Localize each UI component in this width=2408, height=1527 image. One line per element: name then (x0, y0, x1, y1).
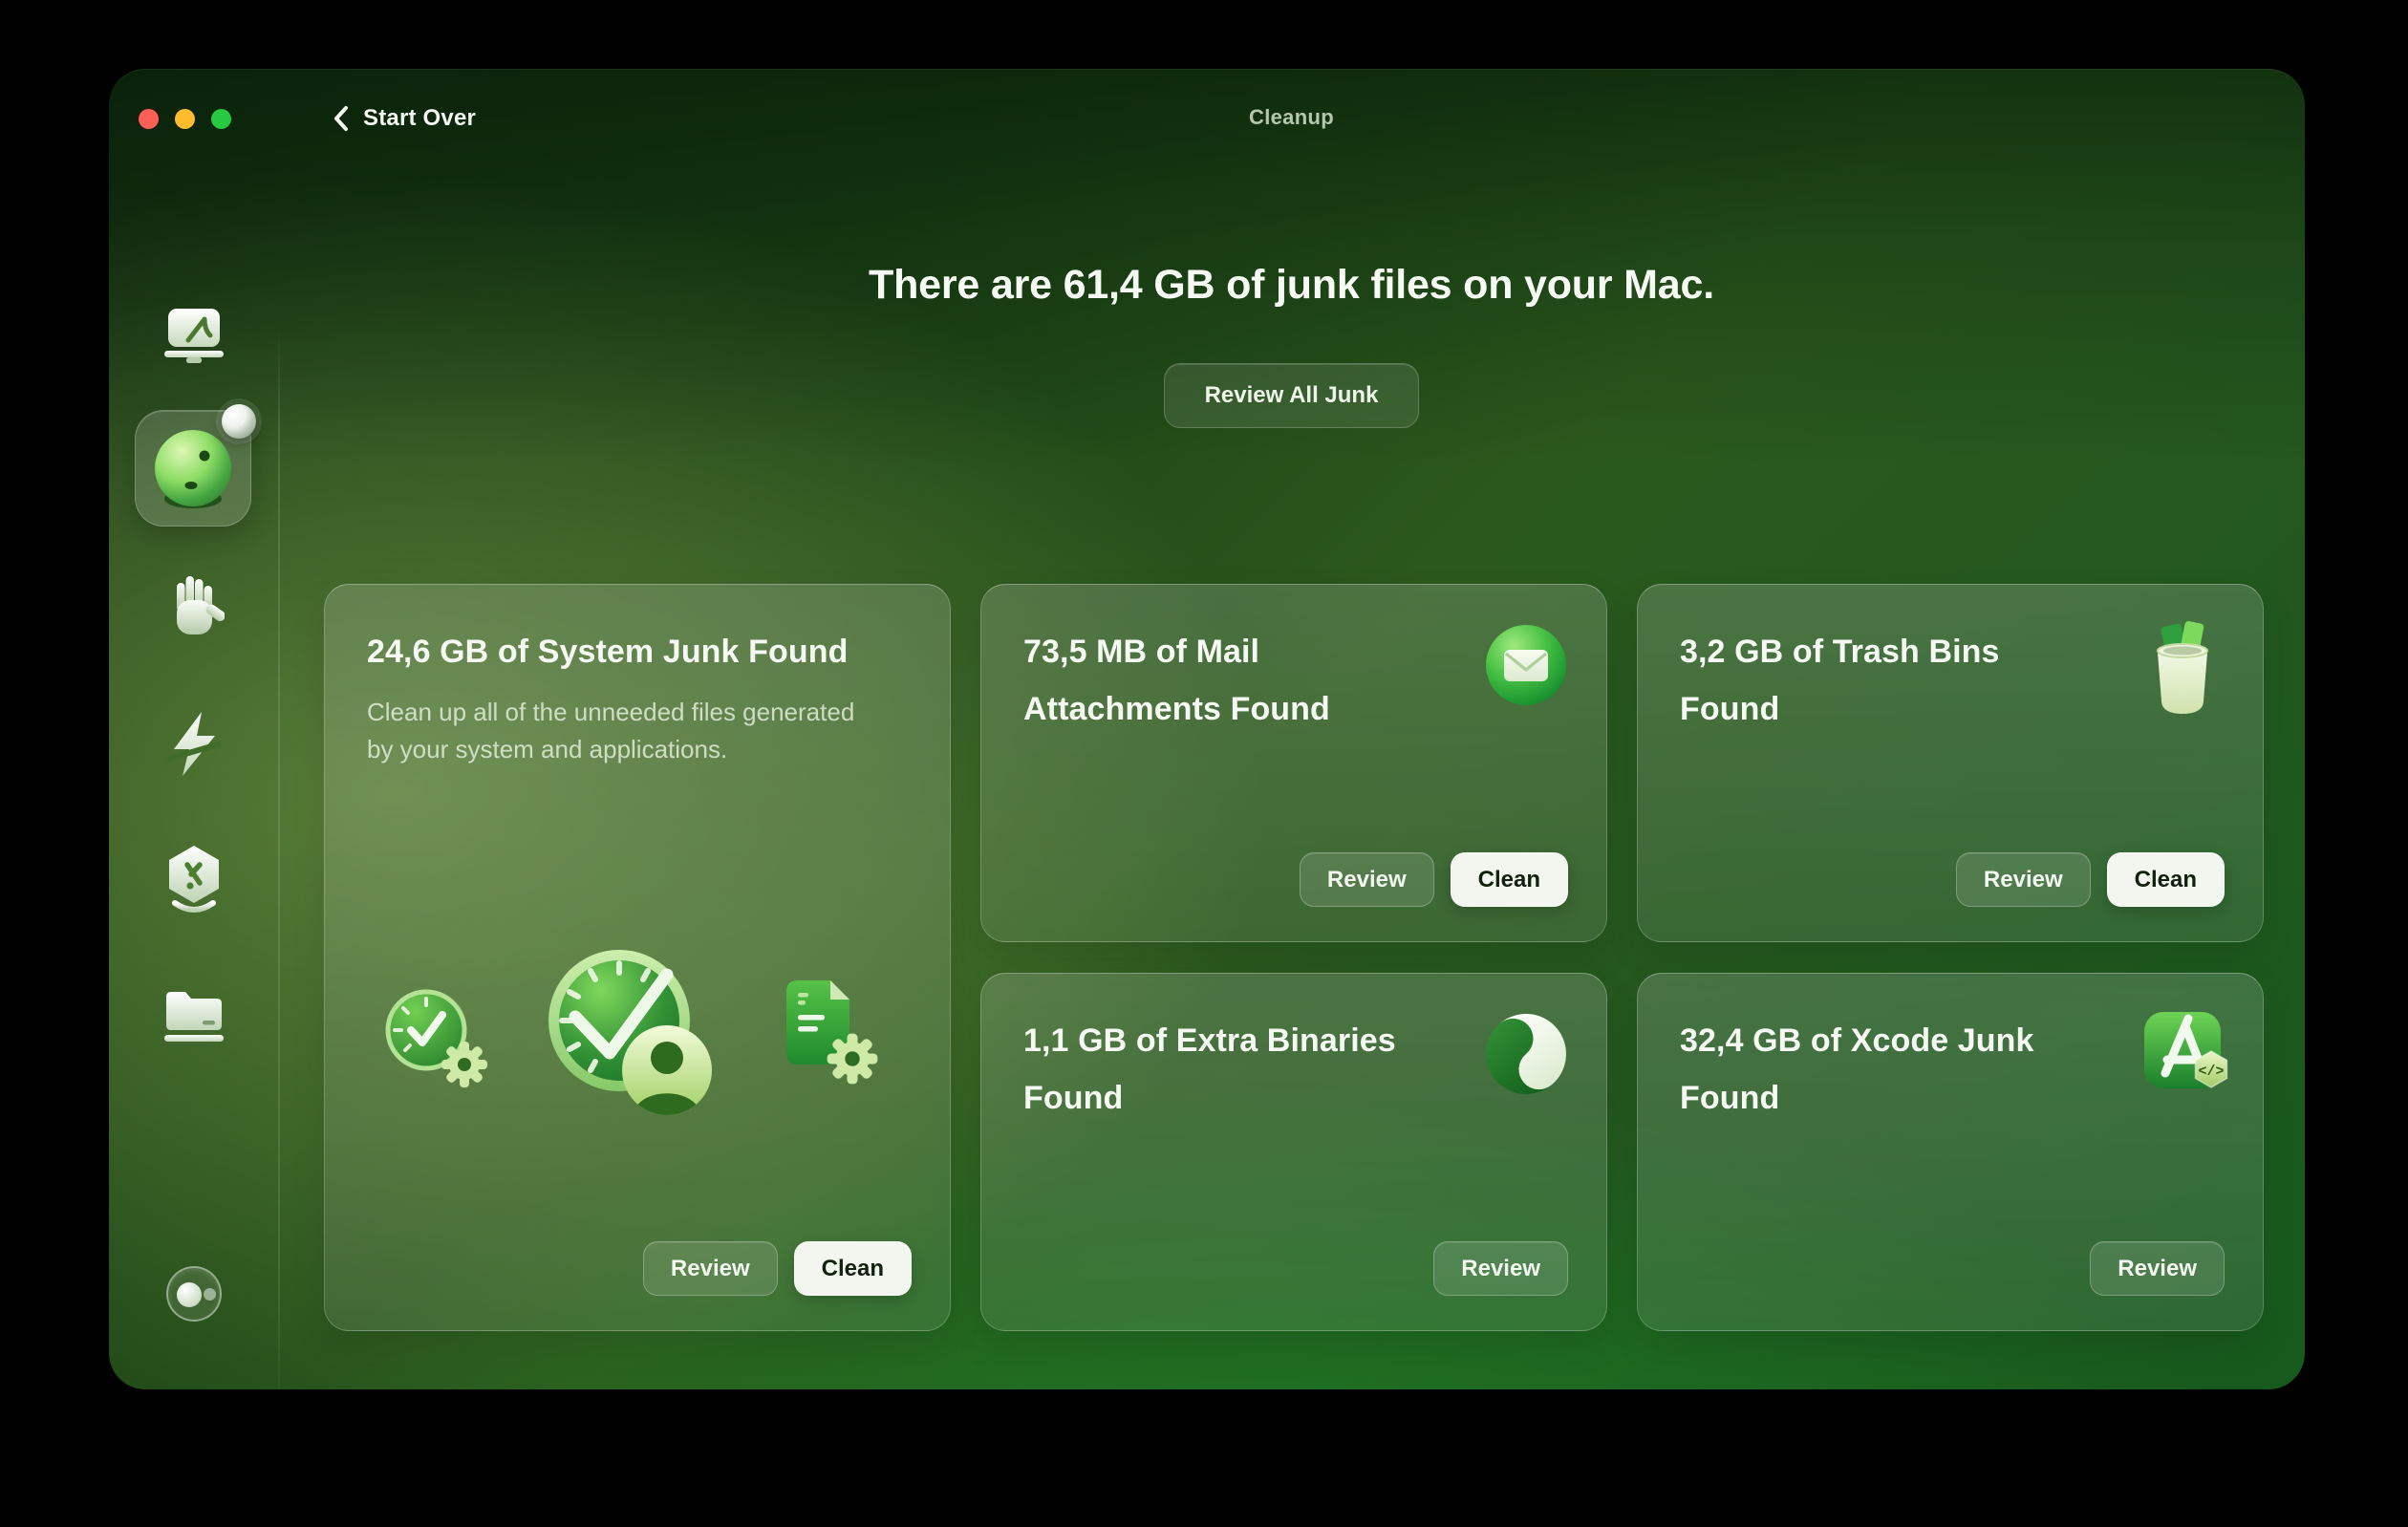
lightning-icon (166, 712, 221, 776)
folder-icon (163, 992, 224, 1042)
minimize-window-button[interactable] (175, 109, 195, 129)
clean-button[interactable]: Clean (1450, 852, 1568, 907)
sidebar-item-protection[interactable] (109, 573, 278, 642)
review-all-junk-button[interactable]: Review All Junk (1163, 363, 1420, 428)
review-button[interactable]: Review (2090, 1241, 2225, 1296)
mail-envelope-icon (1486, 625, 1566, 705)
assistant-button[interactable] (166, 1266, 222, 1322)
card-trash-bins: 3,2 GB of Trash Bins Found Review Clean (1637, 584, 2264, 942)
card-title: 1,1 GB of Extra Binaries Found (1023, 1022, 1396, 1116)
stop-hand-icon (176, 576, 225, 634)
review-button[interactable]: Review (1299, 852, 1434, 907)
review-button[interactable]: Review (1955, 852, 2091, 907)
card-description: Clean up all of the unneeded files gener… (367, 698, 855, 764)
card-title: 32,4 GB of Xcode Junk Found (1680, 1022, 2034, 1116)
applications-hexagon-icon (168, 846, 219, 913)
close-window-button[interactable] (139, 109, 159, 129)
card-system-junk: 24,6 GB of System Junk Found Clean up al… (324, 584, 951, 1331)
card-title: 24,6 GB of System Junk Found (367, 634, 849, 670)
clean-button[interactable]: Clean (793, 1241, 912, 1296)
cleanup-sphere-icon (155, 430, 231, 508)
review-button[interactable]: Review (642, 1241, 778, 1296)
sidebar-item-applications[interactable] (109, 844, 278, 916)
binaries-swirl-icon (1486, 1014, 1566, 1094)
clean-button[interactable]: Clean (2106, 852, 2225, 907)
sidebar-item-smart-care[interactable] (109, 307, 278, 364)
code-badge-glyph: </> (2198, 1064, 2224, 1080)
zoom-window-button[interactable] (211, 109, 231, 129)
gear-icon (827, 1033, 878, 1085)
junk-summary-headline: There are 61,4 GB of junk files on your … (869, 262, 1714, 308)
card-mail-attachments: 73,5 MB of Mail Attachments Found Review… (980, 584, 1607, 942)
sidebar-divider (278, 323, 280, 1389)
card-xcode-junk: 32,4 GB of Xcode Junk Found </> Review (1637, 973, 2264, 1331)
system-junk-illustration (385, 950, 878, 1115)
sidebar-item-cleanup[interactable] (135, 404, 256, 527)
page-title: Cleanup (1249, 105, 1334, 129)
card-extra-binaries: 1,1 GB of Extra Binaries Found Review (980, 973, 1607, 1331)
notification-badge (222, 404, 256, 439)
assistant-bubbles-icon (177, 1282, 202, 1307)
assistant-bubble-small-icon (204, 1288, 216, 1301)
card-title: 3,2 GB of Trash Bins Found (1680, 634, 2000, 727)
xcode-tools-icon: </> (2144, 1012, 2228, 1088)
card-title: 73,5 MB of Mail Attachments Found (1023, 634, 1330, 727)
review-button[interactable]: Review (1433, 1241, 1568, 1296)
app-window: Start Over Cleanup There are 61,4 GB of … (109, 69, 2305, 1389)
sidebar-item-my-clutter[interactable] (109, 984, 278, 1045)
traffic-lights (139, 109, 231, 129)
mac-display-icon (163, 309, 224, 363)
junk-cards-grid: 24,6 GB of System Junk Found Clean up al… (324, 584, 2264, 1331)
trash-bin-icon (2157, 621, 2208, 714)
gear-icon (441, 1042, 487, 1087)
sidebar-item-performance[interactable] (109, 710, 278, 779)
